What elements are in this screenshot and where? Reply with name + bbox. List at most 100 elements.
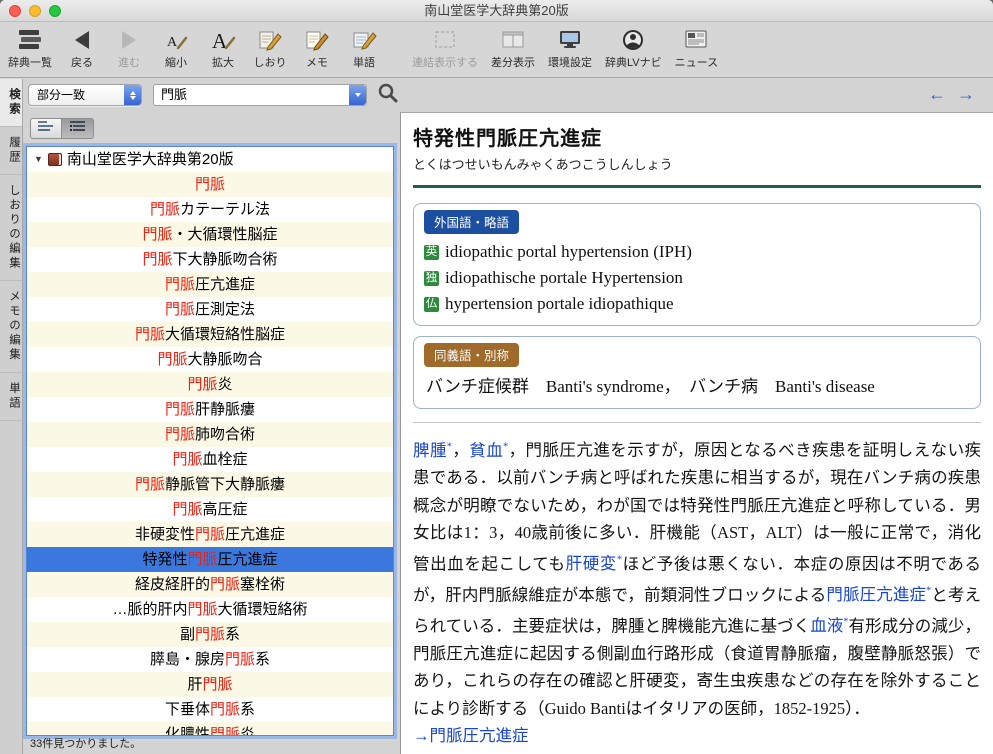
search-bar: 部分一致 門脈 ← → — [23, 79, 993, 112]
section-rule — [413, 422, 981, 423]
history-nav: ← → — [928, 83, 975, 105]
list-item[interactable]: 門脈肝静脈瘻 — [27, 397, 393, 422]
word-pen-icon — [351, 25, 377, 54]
search-button[interactable] — [375, 83, 401, 108]
list-item[interactable]: 門脈カテーテル法 — [27, 197, 393, 222]
search-input[interactable]: 門脈 — [153, 84, 367, 106]
list-item[interactable]: 門脈下大静脈吻合術 — [27, 247, 393, 272]
list-grouped-icon — [68, 119, 88, 138]
traffic-lights — [9, 5, 61, 17]
list-root-item[interactable]: ▼ 南山堂医学大辞典第20版 — [27, 147, 393, 172]
side-tab[interactable]: 単語 — [0, 373, 22, 421]
toolbar-button-forward: 進む — [112, 25, 146, 70]
font-shrink-icon: A — [163, 25, 189, 54]
article-link[interactable]: 肝硬変* — [566, 554, 622, 573]
match-mode-select[interactable]: 部分一致 — [28, 84, 142, 106]
dictionary-list-icon — [17, 25, 43, 54]
article-reading: とくはつせいもんみゃくあつこうしんしょう — [413, 154, 981, 173]
toolbar-button-back[interactable]: 戻る — [65, 25, 99, 70]
list-item[interactable]: 門脈圧亢進症 — [27, 272, 393, 297]
article-title: 特発性門脈圧亢進症 — [413, 122, 981, 151]
foreign-term: 独idiopathische portale Hypertension — [424, 265, 970, 291]
svg-text:A: A — [167, 35, 178, 50]
minimize-button[interactable] — [29, 5, 41, 17]
diff-view-icon — [500, 25, 526, 54]
list-item[interactable]: 門脈高圧症 — [27, 497, 393, 522]
article-link[interactable]: 脾腫* — [413, 441, 452, 460]
foreign-terms-box: 外国語・略語 英idiopathic portal hypertension (… — [413, 203, 981, 326]
toolbar-button-dictionary-list[interactable]: 辞典一覧 — [8, 25, 52, 70]
synonyms-box: 同義語・別称 バンチ症候群 Banti's syndrome， バンチ病 Ban… — [413, 336, 981, 409]
language-chip-icon: 独 — [424, 271, 439, 286]
list-item[interactable]: 門脈・大循環性脳症 — [27, 222, 393, 247]
history-back-button[interactable]: ← — [928, 83, 946, 105]
list-item[interactable]: 門脈静脈管下大静脈瘻 — [27, 472, 393, 497]
list-root-label: 南山堂医学大辞典第20版 — [67, 147, 234, 172]
synonyms-text: バンチ症候群 Banti's syndrome， バンチ病 Banti's di… — [424, 372, 970, 400]
see-also-link[interactable]: →門脈圧亢進症 — [413, 726, 529, 745]
disclosure-triangle-icon: ▼ — [34, 147, 43, 172]
list-item[interactable]: 門脈圧測定法 — [27, 297, 393, 322]
side-tab[interactable]: しおりの編集 — [0, 175, 22, 281]
preferences-icon — [557, 25, 583, 54]
memo-pen-icon — [304, 25, 330, 54]
toolbar-button-bookmark-pen[interactable]: しおり — [253, 25, 287, 70]
toolbar-button-font-enlarge[interactable]: A拡大 — [206, 25, 240, 70]
list-item[interactable]: 門脈炎 — [27, 372, 393, 397]
view-mode-toggle — [30, 118, 94, 139]
toolbar-button-lv-navi[interactable]: 辞典LVナビ — [605, 25, 662, 70]
list-item[interactable]: 門脈大静脈吻合 — [27, 347, 393, 372]
result-list: ▼ 南山堂医学大辞典第20版 門脈門脈カテーテル法門脈・大循環性脳症門脈下大静脈… — [26, 146, 394, 736]
linked-view-icon — [432, 25, 458, 54]
list-item[interactable]: 膵島・腺房門脈系 — [27, 647, 393, 672]
news-icon — [683, 25, 709, 54]
foreign-terms-badge: 外国語・略語 — [424, 210, 519, 234]
forward-icon — [116, 25, 142, 54]
back-icon — [69, 25, 95, 54]
result-pane: ▼ 南山堂医学大辞典第20版 門脈門脈カテーテル法門脈・大循環性脳症門脈下大静脈… — [23, 112, 400, 754]
list-item[interactable]: 門脈大循環短絡性脳症 — [27, 322, 393, 347]
article-link[interactable]: 貧血* — [469, 441, 508, 460]
toolbar: 辞典一覧戻る進むA縮小A拡大しおりメモ単語連結表示する差分表示環境設定辞典LVナ… — [0, 22, 993, 78]
status-bar: 33件見つかりました。 — [23, 736, 400, 754]
toolbar-button-news[interactable]: ニュース — [675, 25, 718, 70]
toolbar-button-font-shrink[interactable]: A縮小 — [159, 25, 193, 70]
zoom-button[interactable] — [49, 5, 61, 17]
language-chip-icon: 英 — [424, 245, 439, 260]
see-also: →門脈圧亢進症 — [413, 722, 981, 750]
list-item[interactable]: 肝門脈 — [27, 672, 393, 697]
list-item[interactable]: 門脈血栓症 — [27, 447, 393, 472]
close-button[interactable] — [9, 5, 21, 17]
app-window: 南山堂医学大辞典第20版 辞典一覧戻る進むA縮小A拡大しおりメモ単語連結表示する… — [0, 0, 993, 754]
list-item[interactable]: …脈的肝内門脈大循環短絡術 — [27, 597, 393, 622]
list-item[interactable]: 下垂体門脈系 — [27, 697, 393, 722]
toolbar-button-preferences[interactable]: 環境設定 — [548, 25, 592, 70]
foreign-term: 英idiopathic portal hypertension (IPH) — [424, 239, 970, 265]
side-tab[interactable]: 履歴 — [0, 127, 22, 175]
window-title: 南山堂医学大辞典第20版 — [0, 0, 993, 21]
article-link[interactable]: 門脈圧亢進症* — [826, 585, 931, 604]
view-mode-flat-button[interactable] — [30, 118, 62, 139]
list-item[interactable]: 副門脈系 — [27, 622, 393, 647]
svg-text:A: A — [212, 29, 228, 53]
list-item[interactable]: 非硬変性門脈圧亢進症 — [27, 522, 393, 547]
toolbar-button-diff-view[interactable]: 差分表示 — [491, 25, 535, 70]
list-item[interactable]: 経皮経肝的門脈塞栓術 — [27, 572, 393, 597]
list-item[interactable]: 特発性門脈圧亢進症 — [27, 547, 393, 572]
search-query-value: 門脈 — [154, 85, 366, 105]
side-tab[interactable]: 検索 — [0, 79, 22, 127]
article-link[interactable]: 血液* — [810, 616, 848, 635]
titlebar: 南山堂医学大辞典第20版 — [0, 0, 993, 22]
toolbar-button-memo-pen[interactable]: メモ — [300, 25, 334, 70]
bookmark-pen-icon — [257, 25, 283, 54]
article-body: 脾腫*，貧血*，門脈圧亢進を示すが，原因となるべき疾患を証明しえない疾患である．… — [413, 433, 981, 722]
list-item[interactable]: 門脈肺吻合術 — [27, 422, 393, 447]
list-item[interactable]: 門脈 — [27, 172, 393, 197]
list-item[interactable]: 化膿性門脈炎 — [27, 722, 393, 736]
view-mode-grouped-button[interactable] — [62, 118, 94, 139]
font-enlarge-icon: A — [210, 25, 236, 54]
toolbar-button-word-pen[interactable]: 単語 — [347, 25, 381, 70]
side-tab[interactable]: メモの編集 — [0, 281, 22, 373]
article-pane: 特発性門脈圧亢進症 とくはつせいもんみゃくあつこうしんしょう 外国語・略語 英i… — [400, 112, 993, 754]
history-forward-button[interactable]: → — [957, 83, 975, 105]
